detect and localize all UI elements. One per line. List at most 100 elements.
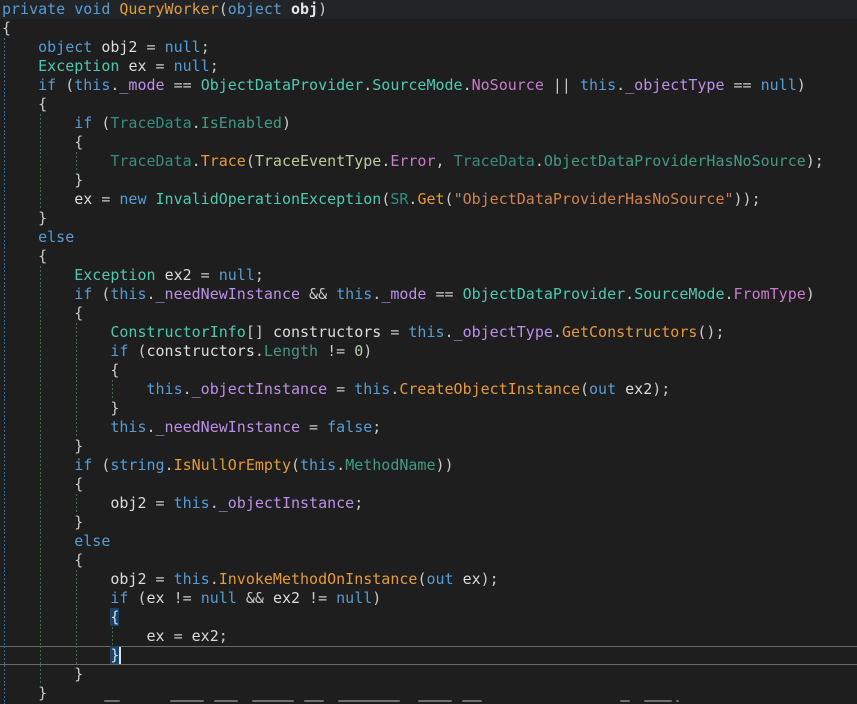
code-token-plain-text: . [165, 456, 174, 474]
code-line[interactable]: if (string.IsNullOrEmpty(this.MethodName… [0, 456, 857, 475]
code-line[interactable]: Exception ex = null; [0, 57, 857, 76]
code-token-method: GetConstructors [562, 323, 697, 341]
code-token-plain-text [454, 570, 463, 588]
code-token-keyword: this [110, 418, 146, 436]
code-line[interactable]: ex = new InvalidOperationException(SR.Ge… [0, 190, 857, 209]
text-caret [119, 647, 121, 664]
code-line[interactable]: } [0, 665, 857, 684]
code-token-plain-text: != [300, 589, 336, 607]
code-line[interactable]: { [0, 361, 857, 380]
code-token-plain-text [2, 114, 74, 132]
code-line[interactable]: else [0, 228, 857, 247]
code-token-plain-text: } [2, 513, 83, 531]
code-token-plain-text [2, 494, 110, 512]
code-line[interactable]: { [0, 304, 857, 323]
code-token-plain-text: . [372, 285, 381, 303]
code-line[interactable]: if (this._needNewInstance && this._mode … [0, 285, 857, 304]
code-line[interactable]: TraceData.Trace(TraceEventType.Error, Tr… [0, 152, 857, 171]
code-token-plain-text: ( [246, 152, 255, 170]
code-token-plain-text: ) [797, 76, 806, 94]
code-line[interactable]: { [0, 608, 857, 627]
code-line[interactable]: { [0, 19, 857, 38]
code-token-plain-text: ( [445, 190, 454, 208]
code-line[interactable]: ConstructorInfo[] constructors = this._o… [0, 323, 857, 342]
code-line[interactable]: { [0, 133, 857, 152]
code-token-keyword: string [110, 456, 164, 474]
code-token-plain-text: ; [219, 627, 228, 645]
code-token-method: CreateObjectInstance [399, 380, 580, 398]
code-token-plain-text: . [463, 76, 472, 94]
code-token-plain-text: } [2, 399, 119, 417]
clipped-glyph-top [304, 700, 324, 702]
code-token-plain-text: { [2, 247, 47, 265]
code-line[interactable]: Exception ex2 = null; [0, 266, 857, 285]
code-token-instance-field: _needNewInstance [156, 418, 301, 436]
code-token-plain-text [2, 228, 38, 246]
code-line[interactable]: object obj2 = null; [0, 38, 857, 57]
code-line[interactable]: } [0, 171, 857, 190]
code-token-keyword: null [219, 266, 255, 284]
code-token-method: Trace [201, 152, 246, 170]
code-token-method: IsNullOrEmpty [174, 456, 291, 474]
code-line[interactable]: { [0, 475, 857, 494]
code-line[interactable]: { [0, 95, 857, 114]
code-token-keyword: if [74, 285, 92, 303]
code-token-plain-text: = [92, 190, 119, 208]
code-token-local: obj2 [110, 494, 146, 512]
code-token-plain-text: != [165, 589, 201, 607]
code-token-local: ex [74, 190, 92, 208]
code-token-plain-text: } [2, 684, 47, 702]
code-token-plain-text [2, 342, 110, 360]
code-token-keyword: this [147, 380, 183, 398]
code-token-local: ex2 [625, 380, 652, 398]
code-token-plain-text: . [725, 285, 734, 303]
code-token-plain-text: ; [255, 266, 264, 284]
code-lines: private void QueryWorker(object obj){ ob… [0, 0, 857, 704]
code-line[interactable]: ex = ex2; [0, 627, 857, 646]
code-token-plain-text [147, 190, 156, 208]
code-token-plain-text [2, 418, 110, 436]
code-token-local: ex2 [192, 627, 219, 645]
code-line[interactable]: } [0, 646, 857, 665]
code-token-type: ObjectDataProvider [463, 285, 626, 303]
code-token-keyword: if [110, 589, 128, 607]
code-token-plain-text [2, 57, 38, 75]
code-line[interactable]: } [0, 209, 857, 228]
code-line[interactable]: } [0, 513, 857, 532]
code-token-keyword: this [336, 285, 372, 303]
code-token-plain-text: ) [282, 114, 291, 132]
code-line[interactable]: obj2 = this.InvokeMethodOnInstance(out e… [0, 570, 857, 589]
code-line[interactable]: if (TraceData.IsEnabled) [0, 114, 857, 133]
code-line[interactable]: } [0, 437, 857, 456]
code-token-plain-text: ( [381, 190, 390, 208]
clipped-glyph-top [418, 700, 452, 702]
code-token-type: Exception [74, 266, 155, 284]
code-token-plain-text [2, 152, 110, 170]
code-token-local: ex2 [165, 266, 192, 284]
code-token-plain-text [2, 190, 74, 208]
clipped-glyph-top [338, 700, 400, 702]
code-token-plain-text: = [192, 266, 219, 284]
code-line[interactable]: { [0, 551, 857, 570]
code-token-local: ex [147, 589, 165, 607]
code-token-keyword: else [74, 532, 110, 550]
code-token-plain-text: ( [128, 342, 146, 360]
code-token-keyword: null [761, 76, 797, 94]
code-line[interactable]: } [0, 399, 857, 418]
code-token-plain-text: . [210, 494, 219, 512]
code-token-keyword: null [165, 38, 201, 56]
code-line[interactable]: else [0, 532, 857, 551]
code-line[interactable]: private void QueryWorker(object obj) [0, 0, 857, 19]
code-line[interactable]: obj2 = this._objectInstance; [0, 494, 857, 513]
code-line[interactable]: if (this._mode == ObjectDataProvider.Sou… [0, 76, 857, 95]
code-line[interactable]: this._needNewInstance = false; [0, 418, 857, 437]
code-token-keyword: false [327, 418, 372, 436]
code-line[interactable]: if (constructors.Length != 0) [0, 342, 857, 361]
code-line[interactable]: { [0, 247, 857, 266]
code-token-type: InvalidOperationException [156, 190, 382, 208]
code-token-plain-text: ); [652, 380, 670, 398]
code-line[interactable]: if (ex != null && ex2 != null) [0, 589, 857, 608]
code-token-matched-brace: } [110, 646, 119, 664]
code-token-keyword: object [38, 38, 92, 56]
code-line[interactable]: this._objectInstance = this.CreateObject… [0, 380, 857, 399]
